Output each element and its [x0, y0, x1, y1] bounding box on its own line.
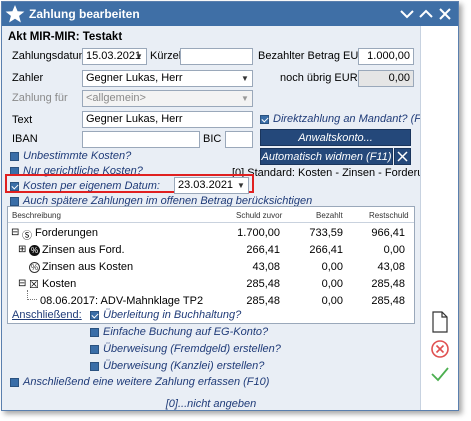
option-label-buchhaltung[interactable]: Überleitung in Buchhaltung? [103, 309, 241, 321]
table-row[interactable]: ⊞ % Zinsen aus Ford. 266,41 266,41 0,00 [8, 243, 414, 258]
bic-label: BIC [203, 133, 222, 145]
form-area: Akt MIR-MIR: Testakt Zahlungsdatum 15.03… [2, 26, 436, 410]
close-icon [397, 151, 408, 162]
eigenem-datum-input[interactable]: 23.03.2021 ▼ [174, 177, 249, 194]
option-label-eg-konto[interactable]: Einfache Buchung auf EG-Konto? [103, 326, 268, 338]
option-checkbox-buchhaltung[interactable] [90, 311, 99, 320]
payment-table: Beschreibung Schuld zuvor Bezahlt Restsc… [7, 206, 415, 324]
direct-payment-checkbox[interactable] [260, 115, 269, 124]
weitere-zahlung-checkbox[interactable] [10, 378, 19, 387]
weitere-zahlung-label[interactable]: Anschließend eine weitere Zahlung erfass… [23, 376, 269, 388]
date-input[interactable]: 15.03.2021 ▼ [82, 48, 147, 65]
col-beschreibung[interactable]: Beschreibung [12, 211, 61, 220]
anschliessend-label: Anschließend: [12, 309, 82, 321]
table-row[interactable]: ⊟ ☒ Kosten 285,48 0,00 285,48 [8, 277, 414, 292]
option-checkbox-kanzlei[interactable] [90, 362, 99, 371]
window-title: Zahlung bearbeiten [29, 7, 140, 21]
dropdown-arrow-icon[interactable]: ▼ [234, 178, 248, 193]
option-checkbox-fremdgeld[interactable] [90, 345, 99, 354]
date-label: Zahlungsdatum [12, 50, 88, 62]
table-row[interactable]: ⊟ Ⓢ Forderungen 1.700,00 733,59 966,41 [8, 226, 414, 242]
payer-label: Zahler [12, 72, 44, 84]
spaetere-checkbox[interactable] [10, 197, 19, 206]
chevron-down-icon[interactable] [398, 5, 416, 23]
unbestimmte-label[interactable]: Unbestimmte Kosten? [23, 150, 131, 162]
eigenem-datum-checkbox[interactable] [10, 182, 19, 191]
standard-text: [0] Standard: Kosten - Zinsen - Forderun… [232, 167, 436, 179]
collapse-icon[interactable]: ⊟ [11, 227, 19, 238]
ok-check-icon[interactable] [430, 365, 450, 383]
kuerzel-label: Kürzel [150, 50, 182, 62]
option-label-fremdgeld[interactable]: Überweisung (Fremdgeld) erstellen? [103, 343, 281, 355]
interest-icon: % [29, 262, 40, 273]
col-restschuld[interactable]: Restschuld [369, 211, 409, 220]
table-header: Beschreibung Schuld zuvor Bezahlt Restsc… [8, 207, 414, 223]
option-label-kanzlei[interactable]: Überweisung (Kanzlei) erstellen? [103, 360, 264, 372]
dropdown-arrow-icon[interactable]: ▼ [238, 91, 252, 106]
case-title: Akt MIR-MIR: Testakt [8, 31, 123, 43]
eigenem-datum-label[interactable]: Kosten per eigenem Datum: [23, 180, 160, 192]
table-row[interactable]: 08.06.2017: ADV-Mahnklage TP2 285,48 0,0… [8, 290, 414, 309]
unbestimmte-checkbox[interactable] [10, 152, 19, 161]
close-icon[interactable] [436, 5, 454, 23]
auto-widmen-button[interactable]: Automatisch widmen (F11) [260, 148, 393, 165]
zahlung-fuer-select[interactable]: <allgemein> ▼ [82, 90, 253, 107]
iban-input[interactable] [82, 131, 200, 148]
title-bar: Zahlung bearbeiten [2, 2, 458, 26]
col-bezahlt[interactable]: Bezahlt [316, 211, 343, 220]
collapse-icon[interactable]: ⊟ [18, 278, 26, 289]
text-label: Text [12, 114, 33, 126]
dialog-window: Zahlung bearbeiten Akt MIR-MIR: Testakt … [1, 1, 459, 411]
col-schuld[interactable]: Schuld zuvor [236, 211, 282, 220]
payer-select[interactable]: Gegner Lukas, Herr ▼ [82, 70, 253, 87]
cancel-icon[interactable] [430, 339, 450, 359]
bic-input[interactable] [225, 131, 253, 148]
text-input[interactable]: Gegner Lukas, Herr [82, 111, 253, 128]
iban-label: IBAN [12, 133, 38, 145]
remaining-value: 0,00 [358, 70, 414, 87]
amount-label: Bezahlter Betrag EUR [258, 50, 367, 62]
new-document-icon[interactable] [430, 311, 450, 333]
anwaltskonto-button[interactable]: Anwaltskonto... [260, 129, 411, 146]
remaining-label: noch übrig EUR [280, 72, 358, 84]
tree-line [27, 290, 37, 300]
amount-input[interactable]: 1.000,00 [358, 48, 414, 65]
claim-icon: Ⓢ [22, 231, 32, 242]
zahlung-fuer-label: Zahlung für [12, 92, 68, 104]
dropdown-arrow-icon[interactable]: ▼ [238, 71, 252, 86]
interest-icon: % [29, 245, 40, 256]
star-icon [5, 5, 25, 23]
table-row[interactable]: % Zinsen aus Kosten 43,08 0,00 43,08 [8, 260, 414, 275]
option-checkbox-eg-konto[interactable] [90, 328, 99, 337]
dropdown-arrow-icon[interactable]: ▼ [132, 49, 146, 64]
footer-text: [0]...nicht angeben [165, 398, 257, 410]
chevron-up-icon[interactable] [417, 5, 435, 23]
clear-button[interactable] [394, 148, 411, 165]
direct-payment-label[interactable]: Direktzahlung an Mandant? (F9) [273, 113, 431, 125]
action-bar [420, 26, 458, 410]
expand-icon[interactable]: ⊞ [18, 244, 26, 255]
kuerzel-input[interactable] [180, 48, 253, 65]
